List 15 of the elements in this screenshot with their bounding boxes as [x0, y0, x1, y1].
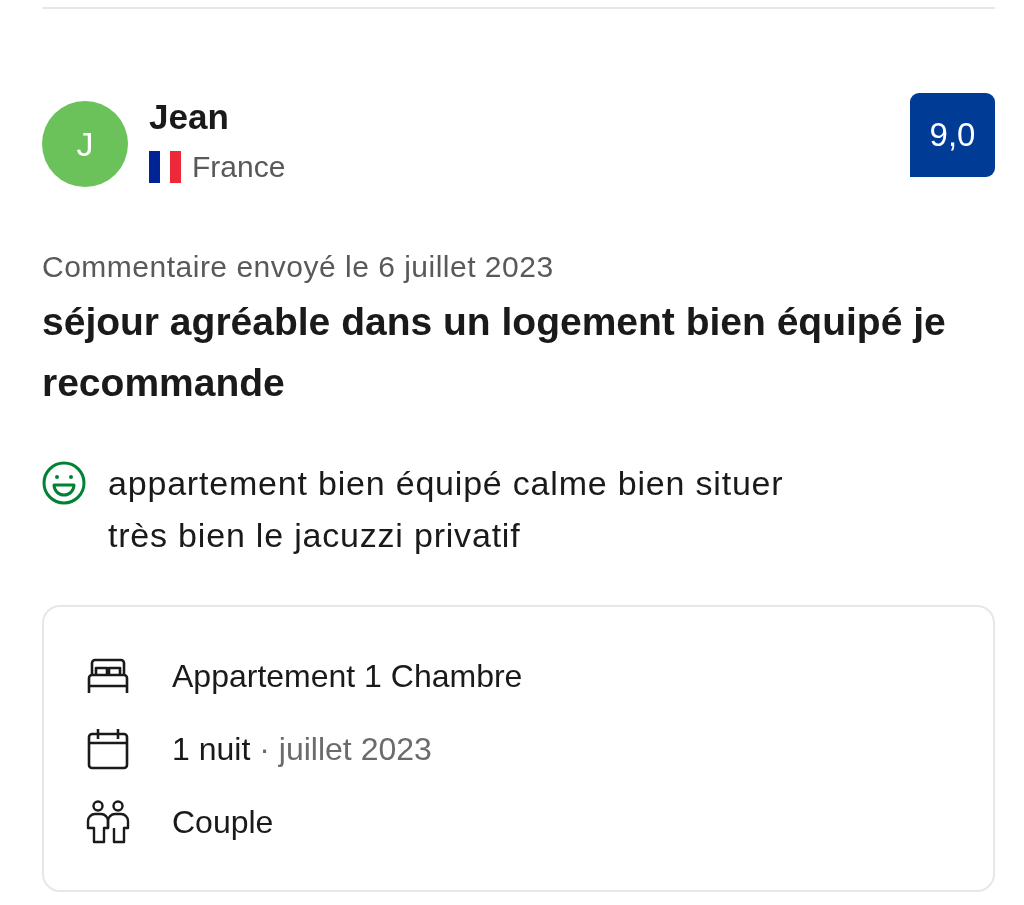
review-date: Commentaire envoyé le 6 juillet 2023 — [42, 249, 555, 285]
review-title: séjour agréable dans un logement bien équipé je recommande — [42, 299, 947, 406]
reviewer-name: Jean — [149, 96, 230, 137]
flag-icon — [149, 150, 181, 183]
reviewer-country: France — [192, 148, 286, 185]
stay-detail-text: Appartement 1 Chambre — [172, 657, 523, 695]
two-people-icon — [86, 800, 130, 844]
review-comment: appartement bien équipé calme bien situer très bien le jacuzzi privatif — [108, 463, 784, 556]
stay-detail-text: 1 nuit — [172, 730, 251, 768]
score-badge: 9,0 — [910, 93, 995, 177]
stay-detail-date: · juillet 2023 — [259, 730, 432, 768]
stay-detail-text: Couple — [172, 803, 274, 841]
avatar: J — [42, 101, 128, 187]
calendar-icon — [86, 727, 130, 771]
smiley-icon — [42, 461, 86, 505]
